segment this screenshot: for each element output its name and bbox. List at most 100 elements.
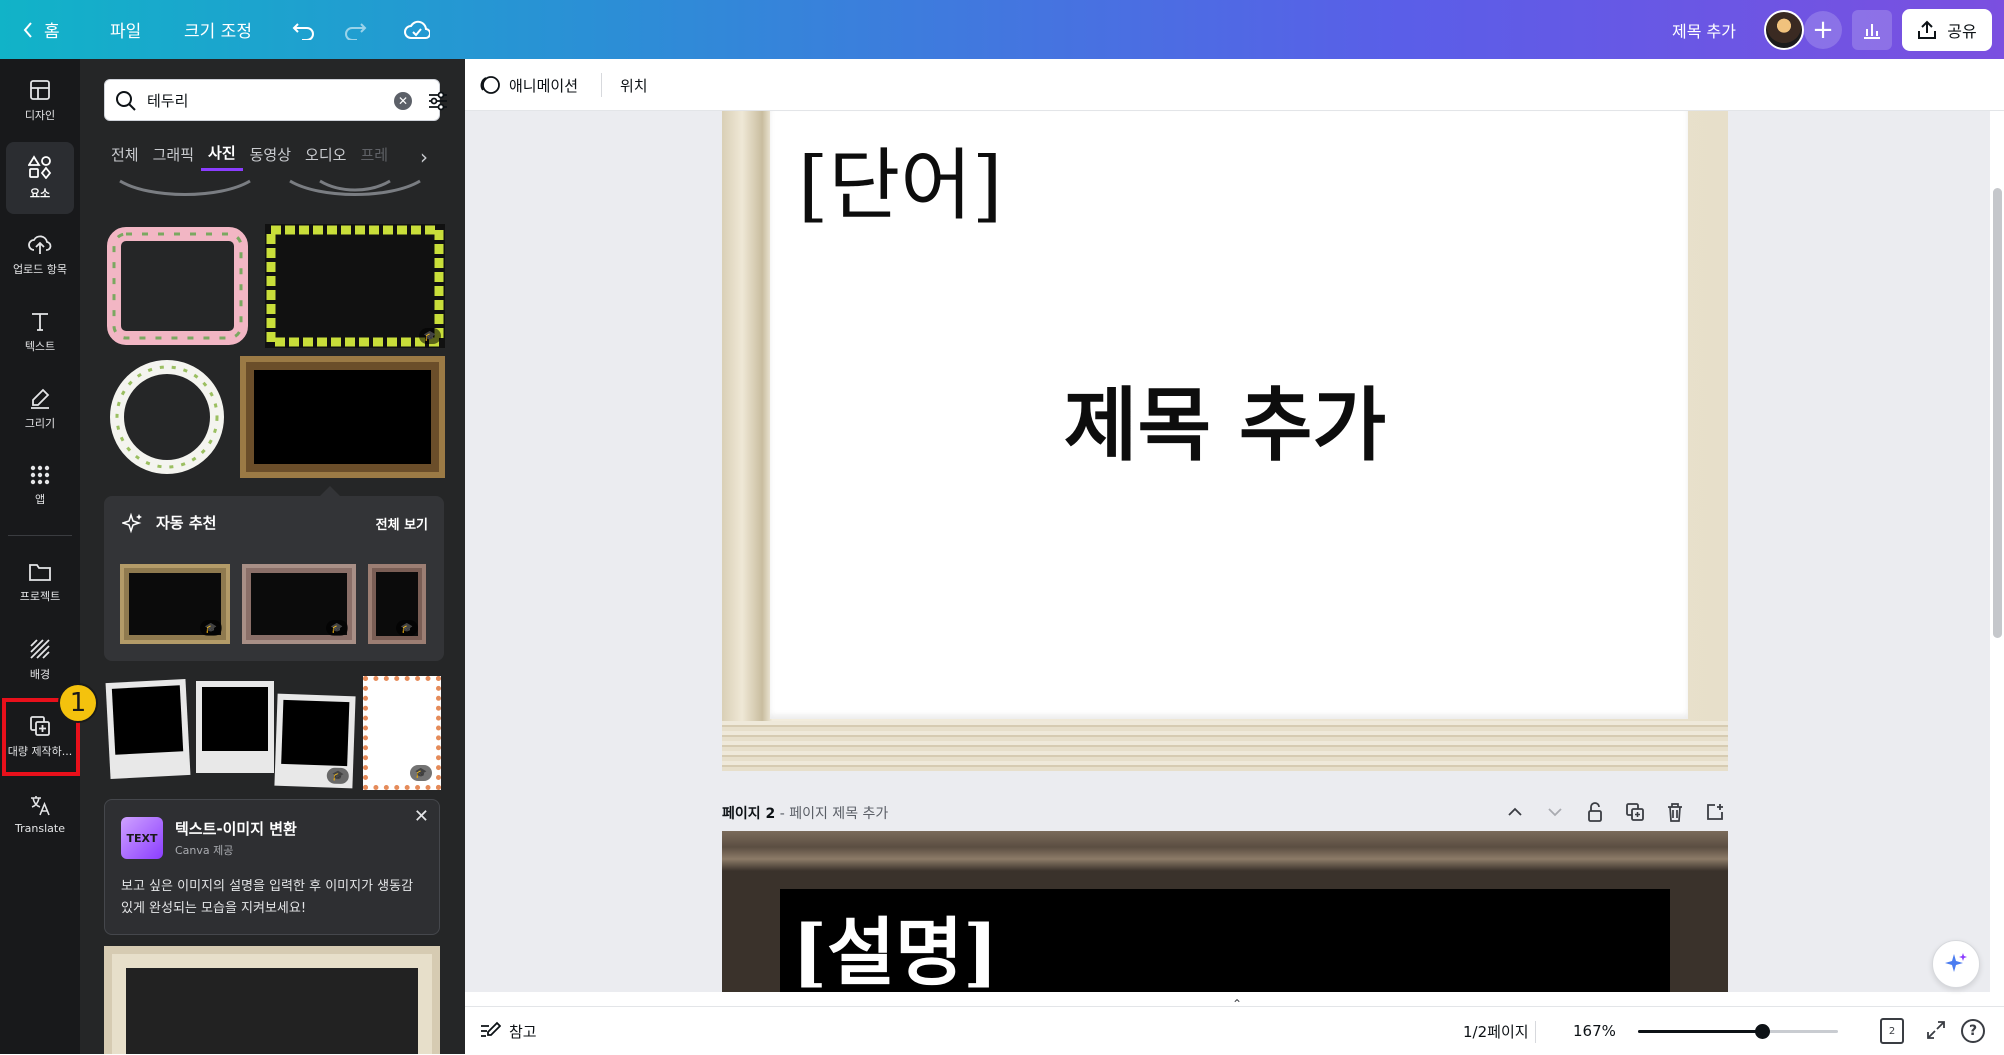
add-page-icon[interactable] [1702,799,1728,825]
polaroid-frame-thumbnail[interactable] [196,681,274,773]
rail-item-projects[interactable]: 프로젝트 [6,547,74,619]
duplicate-icon[interactable] [1622,799,1648,825]
tab-photos[interactable]: 사진 [201,137,243,171]
redo-icon [343,20,367,40]
chevron-down-icon[interactable] [1542,799,1568,825]
premium-badge-icon: 🎓 [410,765,432,781]
rail-item-translate[interactable]: Translate [6,778,74,850]
translate-icon [29,794,51,816]
home-label: 홈 [44,22,60,42]
light-wood-frame-thumbnail[interactable] [104,946,440,1054]
bottom-divider [1535,1021,1536,1043]
document-title[interactable]: 제목 추가 [1672,0,1736,59]
animate-label: 애니메이션 [509,76,579,95]
file-menu-button[interactable]: 파일 [110,0,141,59]
page-count-button[interactable]: 1/2페이지 [1463,1007,1529,1055]
page-2-label[interactable]: 페이지 2 - 페이지 제목 추가 [722,803,888,823]
undo-button[interactable] [292,0,316,59]
daisy-wreath-thumbnail[interactable] [104,356,230,478]
notes-label: 참고 [509,1022,537,1041]
ornament-thumbnail[interactable] [280,177,430,199]
promo-title[interactable]: 텍스트-이미지 변환 [175,818,297,839]
tab-audio[interactable]: 오디오 [298,137,353,171]
polaroid-frame-thumbnail[interactable]: 🎓 [274,693,356,789]
title-placeholder-text[interactable]: 제목 추가 [722,361,1728,477]
share-button[interactable]: 공유 [1902,9,1992,51]
tab-all[interactable]: 전체 [104,137,146,171]
search-input[interactable] [147,84,367,116]
sparkle-icon [1943,951,1969,977]
invite-button[interactable]: + [1804,11,1842,49]
polaroid-frame-thumbnail[interactable] [105,678,191,780]
rail-item-label: 요소 [29,187,51,200]
chevron-up-icon[interactable] [1502,799,1528,825]
upload-icon [1917,20,1937,40]
rail-item-background[interactable]: 배경 [6,624,74,696]
vine-frame-thumbnail[interactable]: 🎓 [265,224,445,348]
cloud-upload-icon [28,233,52,255]
rail-item-draw[interactable]: 그리기 [6,373,74,445]
suggested-frame-thumbnail[interactable]: 🎓 [120,564,230,644]
design-page-2[interactable]: [설명] [722,831,1728,1007]
flower-frame-thumbnail[interactable] [104,224,251,348]
toolbar-divider [601,73,602,97]
see-all-link[interactable]: 전체 보기 [376,514,428,533]
tabs-next-arrow[interactable]: › [420,145,428,169]
floral-paper-frame-thumbnail[interactable]: 🎓 [363,676,441,790]
fullscreen-icon[interactable] [1925,1019,1947,1041]
lock-icon[interactable] [1582,799,1608,825]
rail-item-apps[interactable]: 앱 [6,450,74,522]
resize-button[interactable]: 크기 조정 [184,0,252,59]
rail-item-text[interactable]: 텍스트 [6,296,74,368]
zoom-level-button[interactable]: 167% [1573,1007,1616,1055]
elements-panel: ✕ 전체 그래픽 사진 동영상 오디오 프레 › 🎓 [80,59,465,1054]
suggested-frame-thumbnail[interactable]: 🎓 [368,564,426,644]
wood-frame-thumbnail[interactable] [240,356,445,478]
design-page-1[interactable]: [단어] 제목 추가 [722,111,1728,771]
ornament-thumbnail[interactable] [110,177,260,199]
rail-item-label: 디자인 [24,109,56,122]
close-icon[interactable]: ✕ [414,806,429,827]
rail-item-label: 텍스트 [24,340,56,353]
zoom-slider-handle[interactable] [1755,1024,1770,1039]
rail-item-elements[interactable]: 요소 [6,142,74,214]
insights-button[interactable] [1852,10,1892,50]
clear-search-icon[interactable]: ✕ [394,92,412,110]
tab-videos[interactable]: 동영상 [243,137,298,171]
rail-item-design[interactable]: 디자인 [6,65,74,137]
magic-assistant-button[interactable] [1932,940,1980,988]
sparkle-icon [122,512,144,534]
premium-badge-icon: 🎓 [419,328,441,344]
home-button[interactable]: 홈 [22,0,60,59]
rail-item-uploads[interactable]: 업로드 항목 [6,219,74,291]
word-placeholder-text[interactable]: [단어] [798,123,1002,235]
position-button[interactable]: 위치 [620,59,648,111]
auto-suggest-title: 자동 추천 [156,514,217,532]
chevron-left-icon [22,21,34,39]
description-placeholder-text[interactable]: [설명] [792,893,998,1000]
redo-button[interactable] [343,0,367,59]
search-box: ✕ [104,79,447,121]
filter-sliders-icon[interactable] [427,90,449,112]
premium-badge-icon: 🎓 [326,620,348,636]
vertical-scrollbar-thumb[interactable] [1993,188,2002,638]
zoom-slider[interactable] [1638,1024,1838,1039]
bottom-bar: 참고 1/2페이지 167% 2 ? [465,1006,2004,1054]
help-button[interactable]: ? [1961,1019,1985,1043]
avatar[interactable] [1764,10,1804,50]
share-label: 공유 [1947,22,1977,41]
notes-button[interactable]: 참고 [479,1007,537,1055]
notes-icon [479,1021,501,1041]
suggested-frame-thumbnail[interactable]: 🎓 [242,564,356,644]
animate-button[interactable]: 애니메이션 [479,59,578,111]
tab-frames[interactable]: 프레 [353,137,395,171]
trash-icon[interactable] [1662,799,1688,825]
context-toolbar: 애니메이션 위치 [465,59,2004,111]
bar-chart-icon [1862,21,1882,39]
save-status-button[interactable] [404,0,430,59]
category-tabs: 전체 그래픽 사진 동영상 오디오 프레 [104,137,444,171]
rail-item-label: 업로드 항목 [12,263,68,276]
rail-item-label: 그리기 [24,417,56,430]
tab-graphics[interactable]: 그래픽 [146,137,201,171]
grid-view-button[interactable]: 2 [1880,1018,1904,1044]
